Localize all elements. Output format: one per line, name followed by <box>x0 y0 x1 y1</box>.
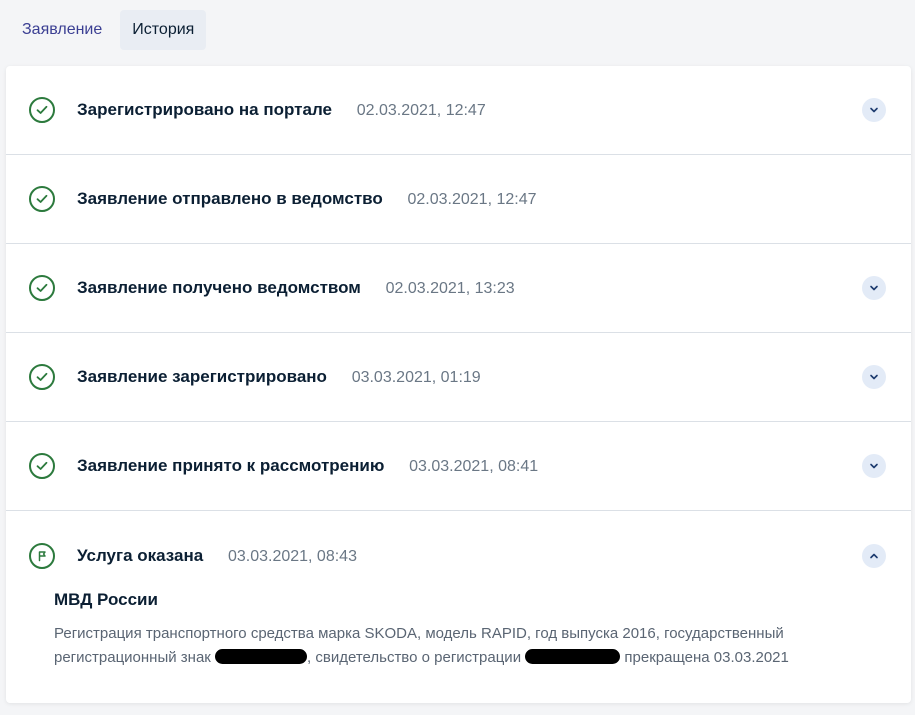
flag-circle-icon <box>29 542 55 569</box>
tab-application[interactable]: Заявление <box>10 10 114 50</box>
expand-button[interactable] <box>862 98 886 122</box>
history-row-title: Заявление отправлено в ведомство 02.03.2… <box>77 189 537 208</box>
check-circle-icon <box>29 186 55 212</box>
history-row-title: Услуга оказана 03.03.2021, 08:43 <box>77 545 357 565</box>
history-row-date: 02.03.2021, 12:47 <box>407 191 537 208</box>
history-card: Зарегистрировано на портале 02.03.2021, … <box>6 66 911 703</box>
expand-button[interactable] <box>862 276 886 300</box>
history-row-title: Заявление принято к рассмотрению 03.03.2… <box>77 456 539 475</box>
history-row-date: 02.03.2021, 12:47 <box>356 102 486 119</box>
tabs-bar: Заявление История <box>10 10 207 50</box>
chevron-down-icon <box>870 285 878 291</box>
chevron-up-icon <box>870 553 878 558</box>
history-row-date: 02.03.2021, 13:23 <box>385 280 515 297</box>
detail-text-part: , свидетельство о регистрации <box>307 649 522 666</box>
check-circle-icon <box>29 97 55 123</box>
check-circle-icon <box>29 453 55 479</box>
history-row: Заявление получено ведомством 02.03.2021… <box>6 244 911 333</box>
chevron-down-icon <box>870 107 878 113</box>
history-row: Заявление принято к рассмотрению 03.03.2… <box>6 422 911 511</box>
history-row: Зарегистрировано на портале 02.03.2021, … <box>6 66 911 155</box>
detail-text-part: прекращена 03.03.2021 <box>624 649 789 666</box>
check-circle-icon <box>29 364 55 390</box>
collapse-button[interactable] <box>862 543 886 568</box>
chevron-down-icon <box>870 374 878 380</box>
history-detail: МВД России Регистрация транспортного сре… <box>6 590 911 670</box>
expand-button[interactable] <box>862 454 886 478</box>
redacted-plate <box>215 649 308 665</box>
chevron-down-icon <box>870 463 878 469</box>
history-row-title: Зарегистрировано на портале 02.03.2021, … <box>77 100 486 119</box>
history-row: Заявление отправлено в ведомство 02.03.2… <box>6 155 911 244</box>
history-row-date: 03.03.2021, 08:43 <box>227 547 357 565</box>
detail-description: Регистрация транспортного средства марка… <box>54 622 844 670</box>
history-row-date: 03.03.2021, 01:19 <box>351 369 481 386</box>
expand-button[interactable] <box>862 365 886 389</box>
tab-history[interactable]: История <box>120 10 207 50</box>
history-row: Заявление зарегистрировано 03.03.2021, 0… <box>6 333 911 422</box>
history-row-expanded: Услуга оказана 03.03.2021, 08:43 МВД Рос… <box>6 511 911 670</box>
history-row-date: 03.03.2021, 08:41 <box>409 458 539 475</box>
history-row-title: Заявление получено ведомством 02.03.2021… <box>77 278 515 297</box>
check-circle-icon <box>29 275 55 301</box>
history-row-title: Заявление зарегистрировано 03.03.2021, 0… <box>77 367 481 386</box>
redacted-certificate <box>525 649 621 665</box>
